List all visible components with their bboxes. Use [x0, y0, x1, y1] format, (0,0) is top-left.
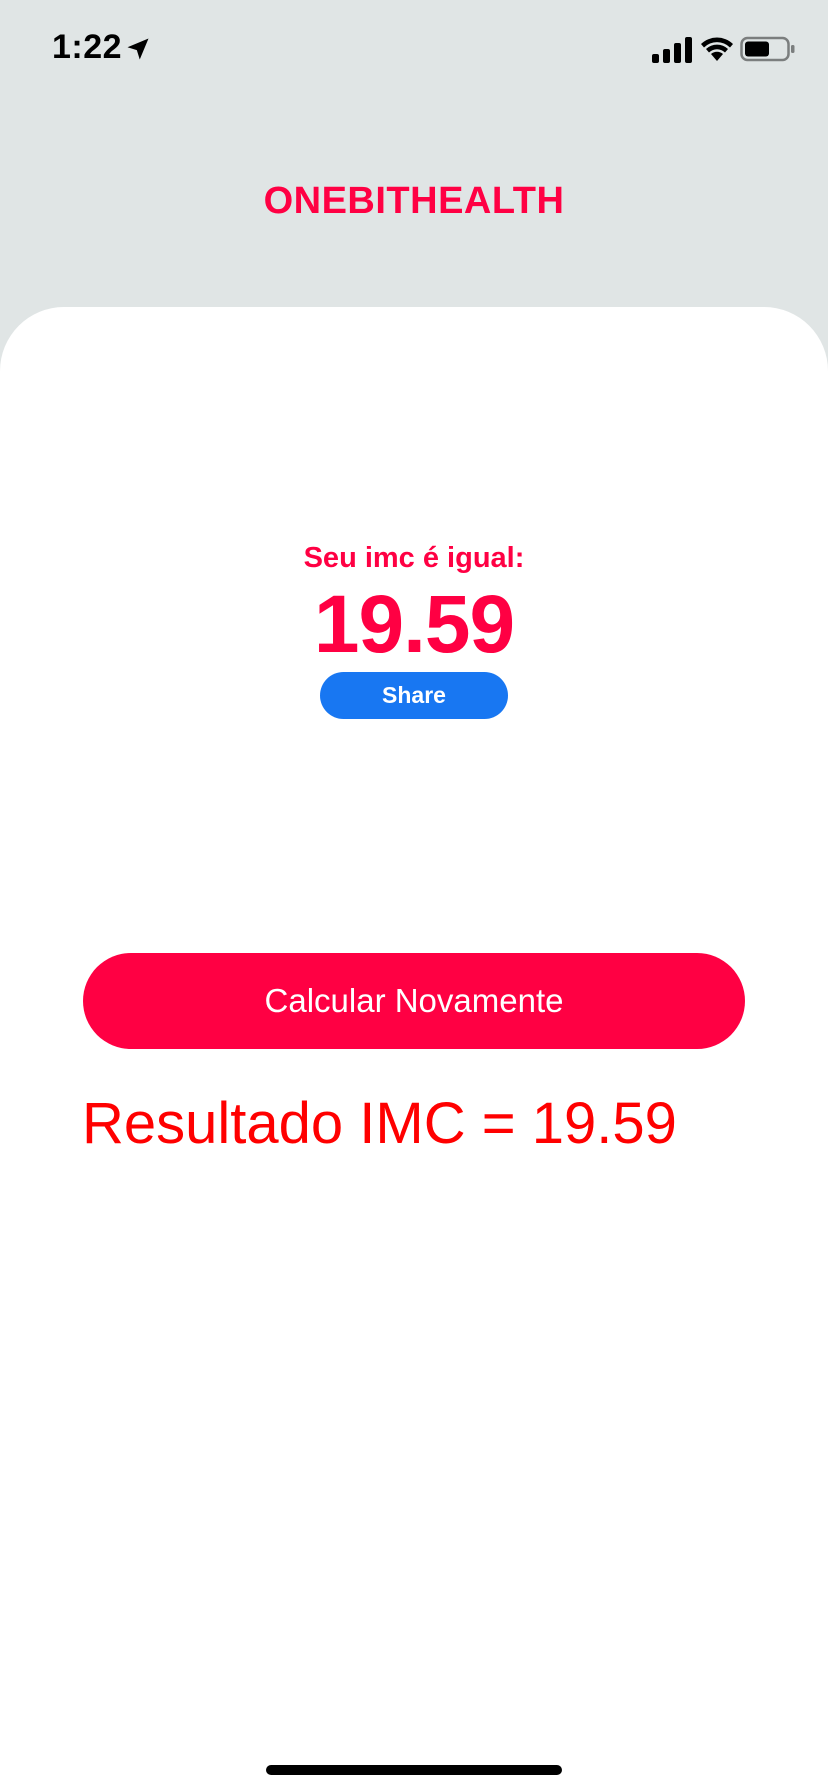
wifi-icon [701, 37, 733, 61]
status-bar: 1:22 [0, 0, 828, 100]
imc-value: 19.59 [313, 579, 515, 670]
location-arrow-icon [127, 38, 149, 60]
recalculate-button[interactable]: Calcular Novamente [83, 953, 745, 1049]
home-indicator[interactable] [266, 1765, 562, 1775]
screen: 1:22 ONEBITHEALTH Seu imc é igual: 19.59… [0, 0, 828, 1792]
result-card [0, 307, 828, 1792]
share-button[interactable]: Share [320, 672, 508, 719]
app-title: ONEBITHEALTH [263, 180, 565, 222]
result-text: Resultado IMC = 19.59 [82, 1091, 677, 1156]
battery-icon [740, 36, 795, 62]
signal-bars-icon [652, 37, 692, 63]
status-time: 1:22 [52, 28, 123, 66]
imc-label: Seu imc é igual: [303, 542, 525, 574]
